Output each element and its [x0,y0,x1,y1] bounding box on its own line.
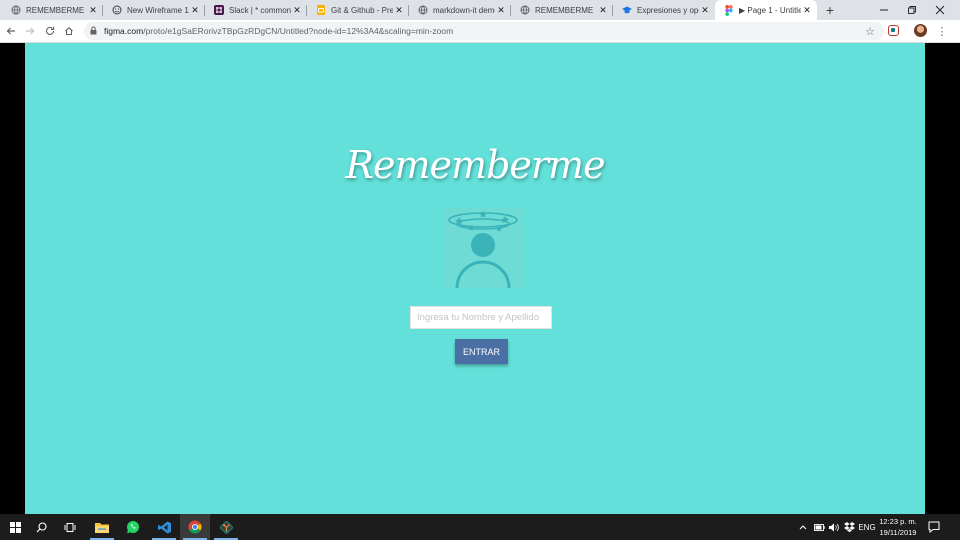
close-tab-icon[interactable]: ✕ [393,5,405,16]
home-button[interactable] [61,23,77,39]
tab-title: ▶ Page 1 - Untitled [739,5,801,15]
browser-tab-active[interactable]: ▶ Page 1 - Untitled ✕ [715,0,817,20]
back-button[interactable] [3,23,19,39]
tab-title: New Wireframe 1 [127,5,189,15]
browser-toolbar: figma.com/proto/e1gSaERorivzTBpGzRDgCN/U… [0,20,960,43]
chrome-button[interactable] [180,514,210,540]
close-tab-icon[interactable]: ✕ [597,5,609,16]
volume-icon[interactable] [827,514,841,540]
menu-dots-icon[interactable]: ⋮ [934,23,950,39]
app-logo: Rememberme [345,143,605,187]
show-hidden-icons-button[interactable] [797,514,809,540]
clock-time: 12:23 p. m. [879,517,917,526]
browser-tab[interactable]: Git & Github - Pres ✕ [307,0,409,20]
figma-prototype-frame: Rememberme ENTRAR [25,43,925,514]
arrow-left-icon [6,27,15,35]
search-icon [36,521,47,532]
clock-date: 19/11/2019 [879,528,917,537]
slack-icon [213,5,224,16]
action-center-button[interactable] [928,520,942,534]
url-path: /proto/e1gSaERorivzTBpGzRDgCN/Untitled?n… [143,26,454,36]
browser-tab[interactable]: REMEMBERME ✕ [511,0,613,20]
url-host: figma.com [104,26,144,36]
globe-icon [10,5,21,16]
gitkraken-icon [219,520,233,534]
chevron-up-icon [799,525,807,530]
browser-tab[interactable]: Expresiones y ope ✕ [613,0,715,20]
smiley-icon [111,5,122,16]
windows-start-icon [9,521,21,533]
home-icon [65,27,73,36]
task-view-button[interactable] [55,514,85,540]
page-viewport: Rememberme ENTRAR [0,43,960,514]
search-button[interactable] [26,514,56,540]
tab-title: markdown-it demo [433,5,495,15]
browser-tab[interactable]: Slack | * commons ✕ [205,0,307,20]
restore-button[interactable] [898,0,926,20]
whatsapp-button[interactable] [118,514,148,540]
browser-tab-strip: REMEMBERME ✕ New Wireframe 1 ✕ Slack | *… [0,0,960,20]
browser-tab[interactable]: New Wireframe 1 ✕ [103,0,205,20]
task-view-icon [64,522,76,532]
file-explorer-button[interactable] [87,514,117,540]
windows-taskbar: ENG 12:23 p. m. 19/11/2019 [0,514,960,540]
graduation-cap-icon [621,5,632,16]
forward-button[interactable] [22,23,38,39]
slides-icon [315,5,326,16]
battery-icon[interactable] [812,514,826,540]
tab-title: REMEMBERME [535,5,594,15]
minimize-icon [880,9,888,11]
dropbox-icon[interactable] [842,514,856,540]
minimize-button[interactable] [870,0,898,20]
extension-icon[interactable] [888,25,899,36]
browser-tab[interactable]: REMEMBERME ✕ [2,0,103,20]
dizzy-user-icon [448,211,518,288]
file-explorer-icon [95,523,109,533]
tab-title: Git & Github - Pres [331,5,393,15]
whatsapp-icon [127,521,139,534]
close-tab-icon[interactable]: ✕ [87,5,99,16]
close-window-button[interactable] [926,0,954,20]
notification-icon [928,521,940,534]
dizzy-user-avatar [443,208,523,288]
close-tab-icon[interactable]: ✕ [801,5,813,16]
close-tab-icon[interactable]: ✕ [189,5,201,16]
name-input[interactable] [410,306,552,329]
taskbar-clock[interactable]: 12:23 p. m. 19/11/2019 [872,516,924,538]
figma-icon [723,4,734,16]
close-tab-icon[interactable]: ✕ [495,5,507,16]
gitkraken-button[interactable] [211,514,241,540]
tab-title: REMEMBERME [26,5,85,15]
tab-title: Expresiones y ope [637,5,699,15]
vscode-icon [157,521,171,533]
close-tab-icon[interactable]: ✕ [291,5,303,16]
reload-icon [46,26,55,35]
arrow-right-icon [26,27,35,35]
close-tab-icon[interactable]: ✕ [699,5,711,16]
enter-button[interactable]: ENTRAR [455,339,508,364]
profile-avatar[interactable] [914,24,927,37]
restore-icon [908,6,916,14]
globe-icon [417,5,428,16]
address-bar[interactable]: figma.com/proto/e1gSaERorivzTBpGzRDgCN/U… [84,22,884,40]
bookmark-star-icon[interactable]: ☆ [862,23,878,39]
new-tab-button[interactable]: + [822,0,838,20]
browser-tab[interactable]: markdown-it demo ✕ [409,0,511,20]
close-icon [935,5,945,15]
vscode-button[interactable] [149,514,179,540]
chrome-icon [188,520,202,534]
lock-icon [90,26,100,37]
reload-button[interactable] [42,23,58,39]
globe-icon [519,5,530,16]
tab-title: Slack | * commons [229,5,291,15]
